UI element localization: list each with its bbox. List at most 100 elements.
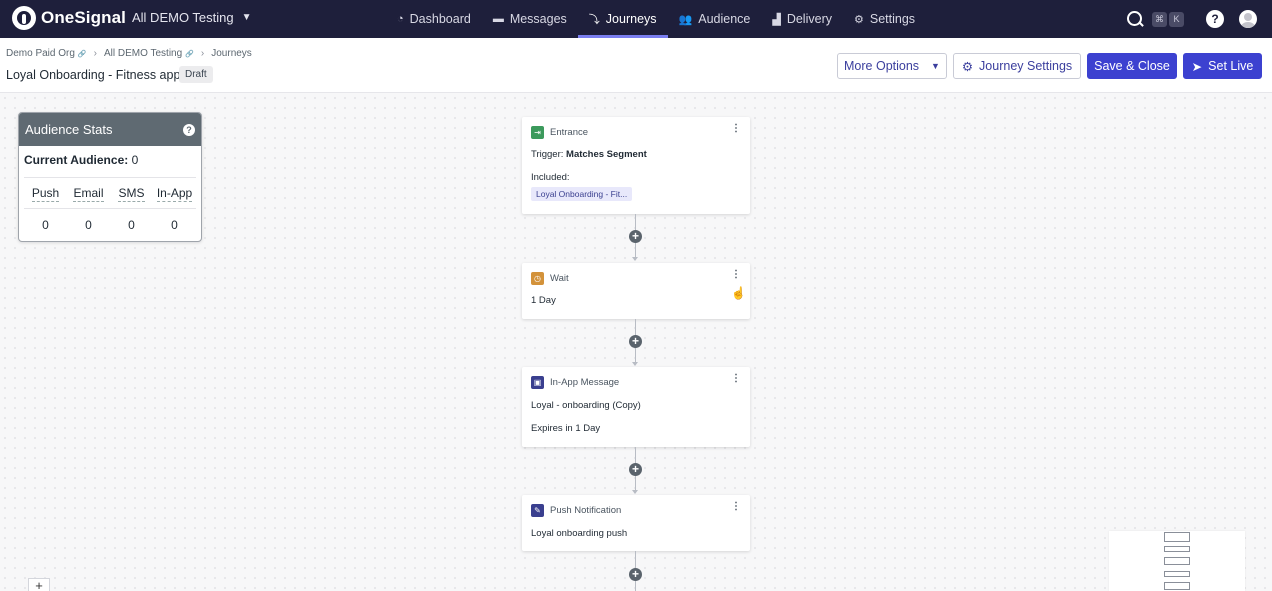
stats-email-value: 0	[85, 217, 92, 232]
delivery-icon: ▟	[772, 13, 781, 26]
stats-col-inapp-label: In-App	[156, 186, 193, 202]
set-live-button[interactable]: ➤ Set Live	[1183, 53, 1262, 79]
breadcrumb-app-label: All DEMO Testing	[103, 48, 183, 59]
entrance-node-header: ⇥ Entrance	[522, 117, 750, 139]
stats-col-push: Push	[24, 186, 67, 202]
breadcrumb-app[interactable]: All DEMO Testing 🔗	[104, 48, 194, 59]
minimap-node	[1164, 582, 1190, 590]
kebab-menu-icon[interactable]: ⋮	[731, 270, 741, 280]
stats-value-row: 0 0 0 0	[24, 209, 196, 240]
nav-settings-label: Settings	[869, 12, 916, 26]
audience-stats-header: Audience Stats ?	[19, 113, 201, 146]
add-step-plus-icon[interactable]: +	[629, 568, 642, 581]
entrance-trigger-value: Matches Segment	[566, 149, 647, 160]
add-step-plus-icon[interactable]: +	[629, 230, 642, 243]
current-audience-value: 0	[131, 153, 139, 167]
pointer-cursor-icon: ☝	[731, 286, 746, 300]
wait-node-header: ◷ Wait	[522, 263, 750, 285]
current-audience-label: Current Audience:	[24, 153, 129, 167]
breadcrumb-org[interactable]: Demo Paid Org 🔗	[6, 48, 87, 59]
status-badge: Draft	[179, 66, 213, 83]
wait-node[interactable]: ◷ Wait ⋮ 1 Day	[522, 263, 750, 319]
save-close-label: Save & Close	[1094, 59, 1170, 73]
main-nav: ◔ Dashboard ▬ Messages ⤵ Journeys 👥 Audi…	[386, 0, 926, 38]
stats-sms-value: 0	[128, 217, 135, 232]
help-icon[interactable]: ?	[1206, 10, 1224, 28]
save-close-button[interactable]: Save & Close	[1087, 53, 1177, 79]
question-icon[interactable]: ?	[183, 123, 195, 136]
stats-col-inapp: In-App	[153, 186, 196, 202]
segment-chip: Loyal Onboarding - Fit...	[531, 187, 633, 201]
push-node-header: ✎ Push Notification	[522, 495, 750, 517]
nav-delivery[interactable]: ▟ Delivery	[761, 0, 843, 38]
clock-icon: ◷	[531, 272, 544, 285]
breadcrumb: Demo Paid Org 🔗 › All DEMO Testing 🔗 › J…	[6, 48, 252, 59]
nav-journeys-label: Journeys	[605, 12, 657, 26]
page-title: Loyal Onboarding - Fitness app	[6, 68, 181, 82]
nav-settings[interactable]: ⚙ Settings	[843, 0, 926, 38]
more-options-label: More Options	[844, 59, 920, 73]
push-icon: ✎	[531, 504, 544, 517]
in-app-icon: ▣	[531, 376, 544, 389]
onesignal-logo[interactable]: OneSignal	[12, 6, 126, 30]
push-notification-node[interactable]: ✎ Push Notification ⋮ Loyal onboarding p…	[522, 495, 750, 551]
zoom-in-button[interactable]: +	[28, 578, 50, 591]
kebab-menu-icon[interactable]: ⋮	[731, 374, 741, 384]
entrance-trigger-label: Trigger:	[531, 149, 564, 160]
stats-col-push-label: Push	[31, 186, 60, 202]
kebab-menu-icon[interactable]: ⋮	[731, 124, 741, 134]
nav-audience-label: Audience	[698, 12, 751, 26]
wait-node-type: Wait	[550, 273, 569, 284]
chevron-right-icon: ›	[200, 48, 205, 59]
shortcut-key-k: K	[1169, 11, 1184, 27]
in-app-node-type: In-App Message	[550, 377, 620, 388]
minimap-node	[1164, 532, 1190, 542]
caret-down-icon: ▼	[241, 12, 252, 23]
nav-journeys[interactable]: ⤵ Journeys	[577, 0, 668, 38]
chevron-right-icon: ›	[93, 48, 97, 59]
stats-col-sms-label: SMS	[118, 186, 145, 202]
minimap[interactable]	[1109, 531, 1245, 591]
arrow-down-icon	[632, 257, 638, 261]
search-icon[interactable]	[1126, 10, 1144, 28]
add-step-plus-icon[interactable]: +	[629, 335, 642, 348]
avatar[interactable]	[1239, 10, 1257, 28]
in-app-node-header: ▣ In-App Message	[522, 367, 750, 389]
journey-settings-button[interactable]: ⚙ Journey Settings	[953, 53, 1081, 79]
journeys-icon: ⤵	[588, 14, 600, 26]
send-icon: ➤	[1191, 59, 1203, 74]
arrow-down-icon	[632, 362, 638, 366]
add-step-plus-icon[interactable]: +	[629, 463, 642, 476]
in-app-message-node[interactable]: ▣ In-App Message ⋮ Loyal - onboarding (C…	[522, 367, 750, 447]
onesignal-logo-icon	[12, 6, 36, 30]
kebab-menu-icon[interactable]: ⋮	[731, 502, 741, 512]
breadcrumb-journeys[interactable]: Journeys	[211, 48, 252, 59]
breadcrumb-org-label: Demo Paid Org	[6, 48, 75, 59]
minimap-node	[1164, 546, 1190, 552]
more-options-button[interactable]: More Options ▼	[837, 53, 947, 79]
nav-right-tools: ⌘ K ?	[1126, 0, 1257, 38]
push-message-name: Loyal onboarding push	[531, 528, 628, 539]
nav-dashboard[interactable]: ◔ Dashboard	[386, 0, 482, 38]
minimap-node	[1164, 557, 1190, 565]
audience-stats-table: Push Email SMS In-App 0 0 0 0	[24, 177, 196, 240]
link-icon: 🔗	[77, 50, 87, 58]
stats-inapp-value: 0	[171, 217, 178, 232]
entrance-included-label: Included:	[531, 172, 570, 183]
stats-col-email-label: Email	[73, 186, 104, 202]
in-app-expiry: Expires in 1 Day	[531, 423, 601, 434]
nav-delivery-label: Delivery	[786, 12, 832, 26]
nav-messages[interactable]: ▬ Messages	[482, 0, 578, 38]
nav-audience[interactable]: 👥 Audience	[668, 0, 762, 38]
set-live-label: Set Live	[1208, 59, 1254, 73]
wait-duration: 1 Day	[531, 295, 556, 306]
minimap-node	[1164, 571, 1190, 577]
entrance-node[interactable]: ⇥ Entrance ⋮ Trigger: Matches Segment In…	[522, 117, 750, 214]
app-selector[interactable]: All DEMO Testing ▼	[132, 10, 252, 25]
dashboard-icon: ◔	[397, 13, 404, 25]
audience-stats-panel: Audience Stats ? Current Audience: 0 Pus…	[18, 112, 202, 242]
stats-col-sms: SMS	[110, 186, 153, 202]
stats-header-row: Push Email SMS In-App	[24, 178, 196, 209]
stats-push-value: 0	[42, 217, 49, 232]
entrance-node-type: Entrance	[550, 127, 589, 138]
